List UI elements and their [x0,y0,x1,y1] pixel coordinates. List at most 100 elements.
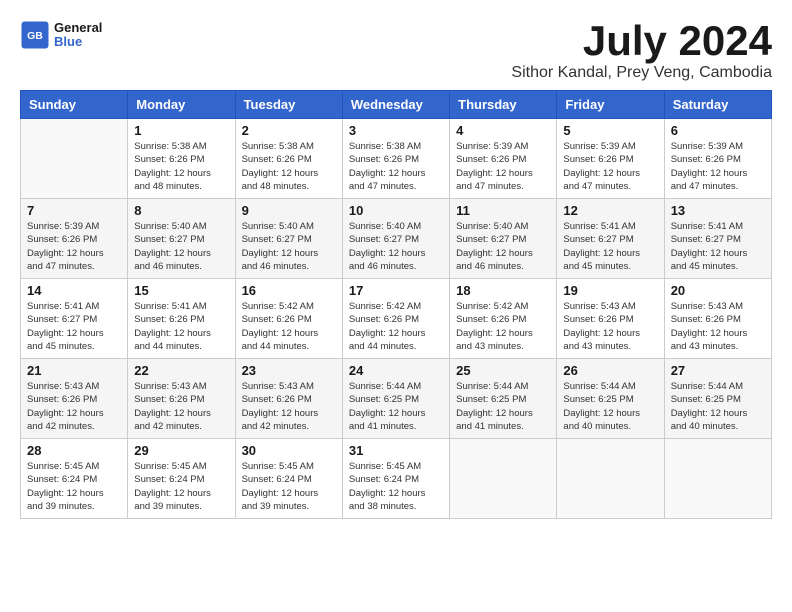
header-row: SundayMondayTuesdayWednesdayThursdayFrid… [21,91,772,119]
day-info: Sunrise: 5:39 AM Sunset: 6:26 PM Dayligh… [563,140,657,193]
day-number: 26 [563,363,657,378]
day-info: Sunrise: 5:42 AM Sunset: 6:26 PM Dayligh… [349,300,443,353]
week-row-5: 28Sunrise: 5:45 AM Sunset: 6:24 PM Dayli… [21,439,772,519]
day-number: 22 [134,363,228,378]
day-info: Sunrise: 5:43 AM Sunset: 6:26 PM Dayligh… [563,300,657,353]
calendar-cell: 4 Sunrise: 5:39 AM Sunset: 6:26 PM Daylig… [450,119,557,199]
day-info: Sunrise: 5:40 AM Sunset: 6:27 PM Dayligh… [349,220,443,273]
day-number: 12 [563,203,657,218]
calendar-cell: 29 Sunrise: 5:45 AM Sunset: 6:24 PM Dayli… [128,439,235,519]
calendar-cell: 8 Sunrise: 5:40 AM Sunset: 6:27 PM Daylig… [128,199,235,279]
day-info: Sunrise: 5:39 AM Sunset: 6:26 PM Dayligh… [456,140,550,193]
calendar-cell [557,439,664,519]
calendar-cell: 13 Sunrise: 5:41 AM Sunset: 6:27 PM Dayli… [664,199,771,279]
week-row-2: 7Sunrise: 5:39 AM Sunset: 6:26 PM Daylig… [21,199,772,279]
day-number: 29 [134,443,228,458]
day-info: Sunrise: 5:38 AM Sunset: 6:26 PM Dayligh… [242,140,336,193]
calendar-cell: 7Sunrise: 5:39 AM Sunset: 6:26 PM Daylig… [21,199,128,279]
calendar-cell: 5 Sunrise: 5:39 AM Sunset: 6:26 PM Daylig… [557,119,664,199]
svg-text:GB: GB [27,30,43,42]
day-number: 18 [456,283,550,298]
calendar-cell: 14 Sunrise: 5:41 AM Sunset: 6:27 PM Dayli… [21,279,128,359]
day-number: 25 [456,363,550,378]
day-info: Sunrise: 5:40 AM Sunset: 6:27 PM Dayligh… [242,220,336,273]
day-number: 2 [242,123,336,138]
day-info: Sunrise: 5:43 AM Sunset: 6:26 PM Dayligh… [134,380,228,433]
day-info: Sunrise: 5:45 AM Sunset: 6:24 PM Dayligh… [134,460,228,513]
week-row-1: 1 Sunrise: 5:38 AM Sunset: 6:26 PM Daylig… [21,119,772,199]
week-row-3: 14 Sunrise: 5:41 AM Sunset: 6:27 PM Dayli… [21,279,772,359]
day-header-sunday: Sunday [21,91,128,119]
day-info: Sunrise: 5:41 AM Sunset: 6:27 PM Dayligh… [563,220,657,273]
day-header-thursday: Thursday [450,91,557,119]
day-number: 15 [134,283,228,298]
day-number: 8 [134,203,228,218]
day-number: 6 [671,123,765,138]
day-number: 5 [563,123,657,138]
day-info: Sunrise: 5:44 AM Sunset: 6:25 PM Dayligh… [671,380,765,433]
day-info: Sunrise: 5:40 AM Sunset: 6:27 PM Dayligh… [134,220,228,273]
day-info: Sunrise: 5:45 AM Sunset: 6:24 PM Dayligh… [349,460,443,513]
calendar-table: SundayMondayTuesdayWednesdayThursdayFrid… [20,90,772,519]
day-number: 20 [671,283,765,298]
day-info: Sunrise: 5:45 AM Sunset: 6:24 PM Dayligh… [27,460,121,513]
calendar-cell: 27 Sunrise: 5:44 AM Sunset: 6:25 PM Dayli… [664,359,771,439]
day-info: Sunrise: 5:40 AM Sunset: 6:27 PM Dayligh… [456,220,550,273]
day-number: 10 [349,203,443,218]
day-info: Sunrise: 5:43 AM Sunset: 6:26 PM Dayligh… [242,380,336,433]
day-number: 17 [349,283,443,298]
calendar-cell: 11Sunrise: 5:40 AM Sunset: 6:27 PM Dayli… [450,199,557,279]
calendar-cell: 9Sunrise: 5:40 AM Sunset: 6:27 PM Daylig… [235,199,342,279]
calendar-cell: 18Sunrise: 5:42 AM Sunset: 6:26 PM Dayli… [450,279,557,359]
day-info: Sunrise: 5:42 AM Sunset: 6:26 PM Dayligh… [242,300,336,353]
day-info: Sunrise: 5:45 AM Sunset: 6:24 PM Dayligh… [242,460,336,513]
day-info: Sunrise: 5:43 AM Sunset: 6:26 PM Dayligh… [27,380,121,433]
day-info: Sunrise: 5:44 AM Sunset: 6:25 PM Dayligh… [456,380,550,433]
calendar-cell: 20 Sunrise: 5:43 AM Sunset: 6:26 PM Dayli… [664,279,771,359]
page-header: GB General Blue July 2024 Sithor Kandal,… [20,20,772,82]
calendar-cell: 2 Sunrise: 5:38 AM Sunset: 6:26 PM Daylig… [235,119,342,199]
logo: GB General Blue [20,20,102,50]
calendar-cell: 30 Sunrise: 5:45 AM Sunset: 6:24 PM Dayli… [235,439,342,519]
day-info: Sunrise: 5:44 AM Sunset: 6:25 PM Dayligh… [349,380,443,433]
calendar-cell: 16 Sunrise: 5:42 AM Sunset: 6:26 PM Dayli… [235,279,342,359]
day-header-saturday: Saturday [664,91,771,119]
day-number: 1 [134,123,228,138]
calendar-cell: 31Sunrise: 5:45 AM Sunset: 6:24 PM Dayli… [342,439,449,519]
day-number: 16 [242,283,336,298]
calendar-cell [21,119,128,199]
month-title: July 2024 [511,20,772,62]
logo-text: General Blue [54,21,102,50]
day-header-tuesday: Tuesday [235,91,342,119]
day-header-friday: Friday [557,91,664,119]
day-number: 14 [27,283,121,298]
calendar-cell: 19 Sunrise: 5:43 AM Sunset: 6:26 PM Dayli… [557,279,664,359]
day-info: Sunrise: 5:38 AM Sunset: 6:26 PM Dayligh… [134,140,228,193]
day-number: 27 [671,363,765,378]
day-number: 19 [563,283,657,298]
logo-icon: GB [20,20,50,50]
day-info: Sunrise: 5:41 AM Sunset: 6:27 PM Dayligh… [671,220,765,273]
day-info: Sunrise: 5:38 AM Sunset: 6:26 PM Dayligh… [349,140,443,193]
day-info: Sunrise: 5:41 AM Sunset: 6:27 PM Dayligh… [27,300,121,353]
day-number: 13 [671,203,765,218]
day-number: 7 [27,203,121,218]
day-number: 21 [27,363,121,378]
calendar-cell: 24 Sunrise: 5:44 AM Sunset: 6:25 PM Dayli… [342,359,449,439]
calendar-cell: 22 Sunrise: 5:43 AM Sunset: 6:26 PM Dayli… [128,359,235,439]
calendar-cell: 3Sunrise: 5:38 AM Sunset: 6:26 PM Daylig… [342,119,449,199]
day-number: 24 [349,363,443,378]
calendar-cell: 1 Sunrise: 5:38 AM Sunset: 6:26 PM Daylig… [128,119,235,199]
day-number: 30 [242,443,336,458]
calendar-cell: 21 Sunrise: 5:43 AM Sunset: 6:26 PM Dayli… [21,359,128,439]
calendar-cell: 15Sunrise: 5:41 AM Sunset: 6:26 PM Dayli… [128,279,235,359]
calendar-cell [664,439,771,519]
calendar-cell: 17 Sunrise: 5:42 AM Sunset: 6:26 PM Dayli… [342,279,449,359]
day-number: 4 [456,123,550,138]
calendar-cell: 6 Sunrise: 5:39 AM Sunset: 6:26 PM Daylig… [664,119,771,199]
day-header-monday: Monday [128,91,235,119]
day-info: Sunrise: 5:43 AM Sunset: 6:26 PM Dayligh… [671,300,765,353]
day-info: Sunrise: 5:39 AM Sunset: 6:26 PM Dayligh… [671,140,765,193]
calendar-cell [450,439,557,519]
day-header-wednesday: Wednesday [342,91,449,119]
